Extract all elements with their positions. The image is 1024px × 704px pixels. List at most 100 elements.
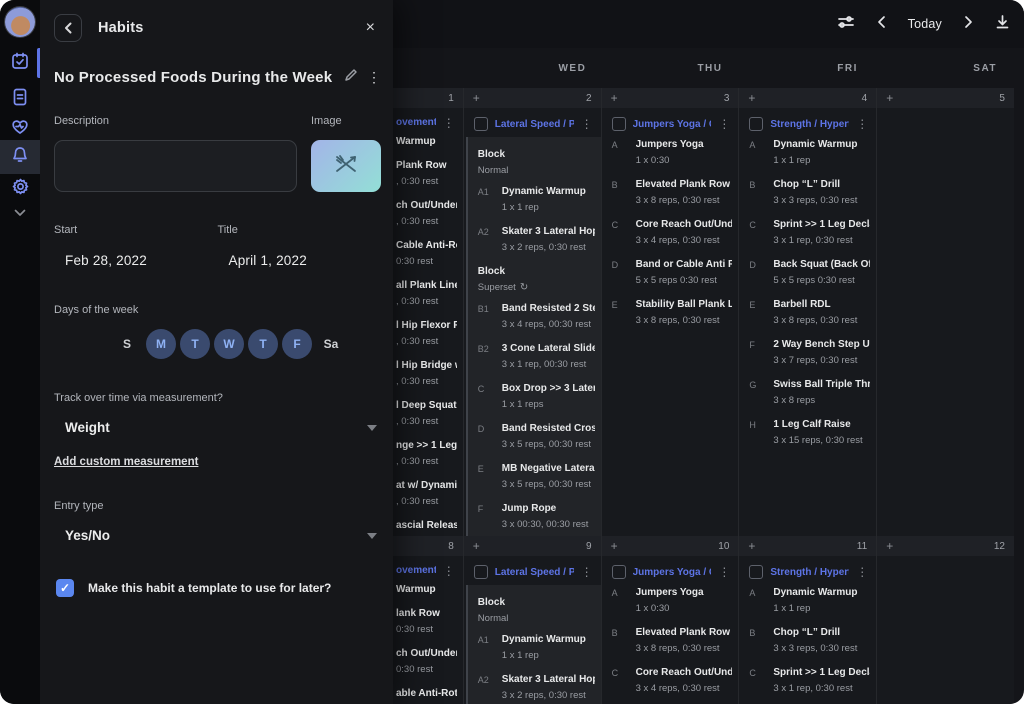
exercise-entry[interactable]: l Deep Squat Mo..., 0:30 rest <box>396 400 457 427</box>
workout-kebab-icon[interactable]: ⋮ <box>581 567 593 577</box>
add-workout-plus-icon[interactable]: + <box>886 540 893 552</box>
exercise-entry[interactable]: DBand Resisted Crossover...3 x 5 reps, 0… <box>478 423 595 450</box>
avatar[interactable] <box>5 7 35 37</box>
exercise-entry[interactable]: nge >> 1 Leg St..., 0:30 rest <box>396 440 457 467</box>
description-textarea[interactable] <box>54 140 297 192</box>
exercise-entry[interactable]: ch Out/Under, 0:30 rest <box>396 200 457 227</box>
exercise-entry[interactable]: F2 Way Bench Step Up3 x 7 reps, 0:30 res… <box>749 339 870 366</box>
sidebar-item-documents[interactable] <box>0 82 40 116</box>
workout-title-link[interactable]: Lateral Speed / Plyo <box>495 567 574 578</box>
exercise-entry[interactable]: GSwiss Ball Triple Threat3 x 8 reps <box>749 379 870 406</box>
exercise-entry[interactable]: CBox Drop >> 3 Lateral H...1 x 1 reps <box>478 383 595 410</box>
exercise-entry[interactable]: B23 Cone Lateral Slide3 x 1 rep, 00:30 r… <box>478 343 595 370</box>
end-date-value[interactable]: April 1, 2022 <box>229 253 382 268</box>
prev-week-icon[interactable] <box>877 15 886 34</box>
workout-kebab-icon[interactable]: ⋮ <box>856 119 868 129</box>
workout-title-link[interactable]: ovement Q... <box>396 117 436 128</box>
exercise-entry[interactable]: CCore Reach Out/Under3 x 4 reps, 0:30 re… <box>612 219 733 246</box>
sidebar-collapse[interactable] <box>0 196 40 230</box>
entry-type-select[interactable]: Yes/No <box>54 528 381 543</box>
exercise-entry[interactable]: DBand or Cable Anti Rotati...5 x 5 reps … <box>612 259 733 286</box>
exercise-entry[interactable]: A1Dynamic Warmup1 x 1 rep <box>478 634 595 661</box>
add-custom-measurement-link[interactable]: Add custom measurement <box>54 456 198 468</box>
exercise-entry[interactable]: at w/ Dynamic P..., 0:30 rest <box>396 480 457 507</box>
exercise-entry[interactable]: ascial Release C... <box>396 520 457 531</box>
start-date-value[interactable]: Feb 28, 2022 <box>65 253 218 268</box>
workout-kebab-icon[interactable]: ⋮ <box>581 119 593 129</box>
exercise-entry[interactable]: CCore Reach Out/Under3 x 4 reps, 0:30 re… <box>612 667 733 694</box>
exercise-entry[interactable]: CSprint >> 1 Leg Declarations3 x 1 rep, … <box>749 667 870 694</box>
workout-kebab-icon[interactable]: ⋮ <box>443 118 455 128</box>
workout-title-link[interactable]: Strength / Hypertro... <box>770 119 849 130</box>
add-workout-plus-icon[interactable]: + <box>748 540 755 552</box>
workout-checkbox[interactable] <box>749 565 763 579</box>
today-button[interactable]: Today <box>908 17 942 31</box>
back-button[interactable] <box>54 14 82 42</box>
exercise-entry[interactable]: AJumpers Yoga1 x 0:30 <box>612 139 733 166</box>
workout-title-link[interactable]: Jumpers Yoga / Core <box>633 567 712 578</box>
add-workout-plus-icon[interactable]: + <box>473 540 480 552</box>
exercise-entry[interactable]: able Anti-Rotati... <box>396 688 457 699</box>
workout-title-link[interactable]: ovement Q... <box>396 565 436 576</box>
exercise-entry[interactable]: A1Dynamic Warmup1 x 1 rep <box>478 186 595 213</box>
exercise-entry[interactable]: ADynamic Warmup1 x 1 rep <box>749 139 870 166</box>
exercise-entry[interactable]: DBack Squat (Back Off Set)5 x 5 reps 0:3… <box>749 259 870 286</box>
exercise-entry[interactable]: FJump Rope3 x 00:30, 00:30 rest <box>478 503 595 530</box>
day-toggle-f[interactable]: F <box>282 329 312 359</box>
next-week-icon[interactable] <box>964 15 973 34</box>
day-toggle-s[interactable]: S <box>112 329 142 359</box>
measurement-select[interactable]: Weight <box>54 420 381 435</box>
download-icon[interactable] <box>995 14 1010 35</box>
workout-title-link[interactable]: Lateral Speed / Plyo <box>495 119 574 130</box>
close-icon[interactable]: × <box>360 17 381 39</box>
add-workout-plus-icon[interactable]: + <box>886 92 893 104</box>
exercise-entry[interactable]: AJumpers Yoga1 x 0:30 <box>612 587 733 614</box>
filter-icon[interactable] <box>837 14 855 35</box>
workout-checkbox[interactable] <box>749 117 763 131</box>
workout-checkbox[interactable] <box>612 117 626 131</box>
exercise-entry[interactable]: H1 Leg Calf Raise3 x 15 reps, 0:30 rest <box>749 419 870 446</box>
day-toggle-w[interactable]: W <box>214 329 244 359</box>
exercise-entry[interactable]: A2Skater 3 Lateral Hops >> ...3 x 2 reps… <box>478 226 595 253</box>
exercise-entry[interactable]: EMB Negative Lateral Hop...3 x 5 reps, 0… <box>478 463 595 490</box>
exercise-entry[interactable]: lank Row0:30 rest <box>396 608 457 635</box>
edit-pencil-icon[interactable] <box>344 68 358 87</box>
exercise-entry[interactable]: EBarbell RDL3 x 8 reps, 0:30 rest <box>749 299 870 326</box>
workout-checkbox[interactable] <box>474 117 488 131</box>
add-workout-plus-icon[interactable]: + <box>611 540 618 552</box>
habit-kebab-icon[interactable]: ⋮ <box>367 69 381 86</box>
exercise-entry[interactable]: l Hip Flexor Rais..., 0:30 rest <box>396 320 457 347</box>
exercise-entry[interactable]: EStability Ball Plank Linear ...3 x 8 re… <box>612 299 733 326</box>
day-toggle-t[interactable]: T <box>248 329 278 359</box>
add-workout-plus-icon[interactable]: + <box>473 92 480 104</box>
exercise-entry[interactable]: ch Out/Under0:30 rest <box>396 648 457 675</box>
exercise-entry[interactable]: BElevated Plank Row3 x 8 reps, 0:30 rest <box>612 179 733 206</box>
workout-kebab-icon[interactable]: ⋮ <box>718 567 730 577</box>
exercise-entry[interactable]: BChop “L” Drill3 x 3 reps, 0:30 rest <box>749 179 870 206</box>
day-toggle-sa[interactable]: Sa <box>316 329 346 359</box>
workout-title-link[interactable]: Jumpers Yoga / Core <box>633 119 712 130</box>
workout-kebab-icon[interactable]: ⋮ <box>443 566 455 576</box>
exercise-entry[interactable]: BElevated Plank Row3 x 8 reps, 0:30 rest <box>612 627 733 654</box>
add-workout-plus-icon[interactable]: + <box>611 92 618 104</box>
sidebar-item-notifications[interactable] <box>0 140 40 174</box>
template-checkbox[interactable]: ✓ <box>56 579 74 597</box>
exercise-entry[interactable]: Cable Anti-Rotati...0:30 rest <box>396 240 457 267</box>
workout-kebab-icon[interactable]: ⋮ <box>856 567 868 577</box>
exercise-entry[interactable]: Plank Row, 0:30 rest <box>396 160 457 187</box>
exercise-entry[interactable]: A2Skater 3 Lateral Hops >> ...3 x 2 reps… <box>478 674 595 701</box>
add-workout-plus-icon[interactable]: + <box>748 92 755 104</box>
sidebar-item-calendar[interactable] <box>0 46 40 80</box>
exercise-entry[interactable]: BChop “L” Drill3 x 3 reps, 0:30 rest <box>749 627 870 654</box>
day-toggle-t[interactable]: T <box>180 329 210 359</box>
habit-image-thumbnail[interactable] <box>311 140 381 192</box>
exercise-entry[interactable]: Warmup <box>396 584 457 595</box>
exercise-entry[interactable]: all Plank Linear ..., 0:30 rest <box>396 280 457 307</box>
exercise-entry[interactable]: l Hip Bridge w/ ..., 0:30 rest <box>396 360 457 387</box>
workout-checkbox[interactable] <box>474 565 488 579</box>
exercise-entry[interactable]: Warmup <box>396 136 457 147</box>
workout-kebab-icon[interactable]: ⋮ <box>718 119 730 129</box>
day-toggle-m[interactable]: M <box>146 329 176 359</box>
workout-checkbox[interactable] <box>612 565 626 579</box>
workout-title-link[interactable]: Strength / Hypertro... <box>770 567 849 578</box>
